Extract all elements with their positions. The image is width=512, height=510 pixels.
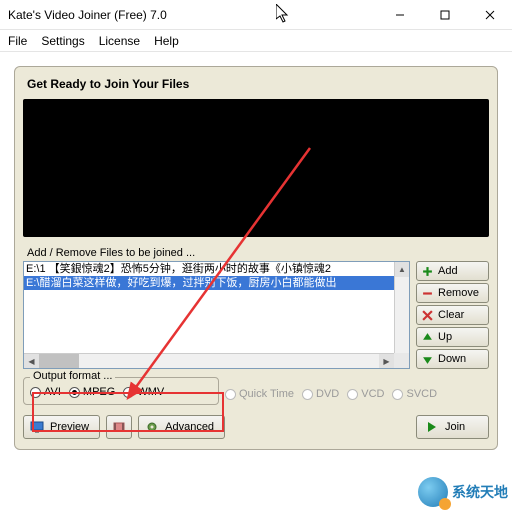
radio-icon (225, 389, 236, 400)
add-label: Add (438, 265, 458, 277)
play-icon (425, 420, 439, 434)
vertical-scrollbar[interactable]: ▲ (394, 262, 409, 353)
radio-wmv[interactable]: WMV (123, 386, 164, 398)
remove-button[interactable]: Remove (416, 283, 489, 303)
x-icon (422, 310, 433, 321)
monitor-icon (30, 420, 44, 434)
radio-icon (302, 389, 313, 400)
menu-settings[interactable]: Settings (41, 34, 84, 48)
list-item[interactable]: E:\1 【笑銀惊魂2】恐怖5分钟，逛街两小时的故事《小镇惊魂2 (24, 262, 394, 276)
scroll-thumb[interactable] (39, 354, 79, 368)
down-button[interactable]: Down (416, 349, 489, 369)
horizontal-scrollbar[interactable]: ◀ ▶ (24, 353, 394, 368)
titlebar: Kate's Video Joiner (Free) 7.0 (0, 0, 512, 30)
globe-icon (418, 477, 448, 507)
radio-svcd[interactable]: SVCD (392, 388, 437, 400)
list-item[interactable]: E:\醋溜白菜这样做，好吃到爆，过拌别下饭，厨房小白都能做出 (24, 276, 394, 290)
radio-icon (392, 389, 403, 400)
preview-label: Preview (50, 421, 89, 433)
advanced-button[interactable]: Advanced (138, 415, 225, 439)
radio-avi[interactable]: AVI (30, 386, 61, 398)
output-format-label: Output format ... (30, 370, 115, 382)
watermark-text: 系统天地 (452, 482, 508, 502)
video-preview (23, 99, 489, 237)
clear-button[interactable]: Clear (416, 305, 489, 325)
close-button[interactable] (467, 0, 512, 30)
gear-icon (145, 420, 159, 434)
advanced-label: Advanced (165, 421, 214, 433)
output-format-group: Output format ... AVI MPEG WMV (23, 377, 219, 405)
minus-icon (422, 288, 433, 299)
panel-heading: Get Ready to Join Your Files (27, 77, 485, 91)
radio-icon (69, 387, 80, 398)
minimize-button[interactable] (377, 0, 422, 30)
menubar: File Settings License Help (0, 30, 512, 52)
scroll-up-icon[interactable]: ▲ (395, 262, 409, 277)
join-button[interactable]: Join (416, 415, 489, 439)
plus-icon (422, 266, 433, 277)
scroll-left-icon[interactable]: ◀ (24, 354, 39, 368)
down-label: Down (438, 353, 466, 365)
main-panel: Get Ready to Join Your Files Add / Remov… (14, 66, 498, 450)
film-icon (112, 420, 126, 434)
add-button[interactable]: Add (416, 261, 489, 281)
join-label: Join (445, 421, 465, 433)
radio-icon (347, 389, 358, 400)
scroll-right-icon[interactable]: ▶ (379, 354, 394, 368)
scroll-corner (394, 353, 409, 368)
up-label: Up (438, 331, 452, 343)
list-label: Add / Remove Files to be joined ... (27, 247, 485, 259)
radio-mpeg[interactable]: MPEG (69, 386, 115, 398)
watermark: 系统天地 (418, 477, 508, 507)
radio-quicktime[interactable]: Quick Time (225, 388, 294, 400)
remove-label: Remove (438, 287, 479, 299)
clear-label: Clear (438, 309, 464, 321)
menu-license[interactable]: License (99, 34, 140, 48)
radio-vcd[interactable]: VCD (347, 388, 384, 400)
window-controls (377, 0, 512, 30)
up-button[interactable]: Up (416, 327, 489, 347)
maximize-button[interactable] (422, 0, 467, 30)
menu-help[interactable]: Help (154, 34, 179, 48)
preview-button[interactable]: Preview (23, 415, 100, 439)
options-button[interactable] (106, 415, 132, 439)
arrow-down-icon (422, 354, 433, 365)
arrow-up-icon (422, 332, 433, 343)
window-title: Kate's Video Joiner (Free) 7.0 (8, 8, 377, 22)
list-buttons: Add Remove Clear Up Down (416, 261, 489, 369)
menu-file[interactable]: File (8, 34, 27, 48)
file-listbox[interactable]: E:\1 【笑銀惊魂2】恐怖5分钟，逛街两小时的故事《小镇惊魂2 E:\醋溜白菜… (23, 261, 410, 369)
radio-icon (30, 387, 41, 398)
radio-icon (123, 387, 134, 398)
radio-dvd[interactable]: DVD (302, 388, 339, 400)
